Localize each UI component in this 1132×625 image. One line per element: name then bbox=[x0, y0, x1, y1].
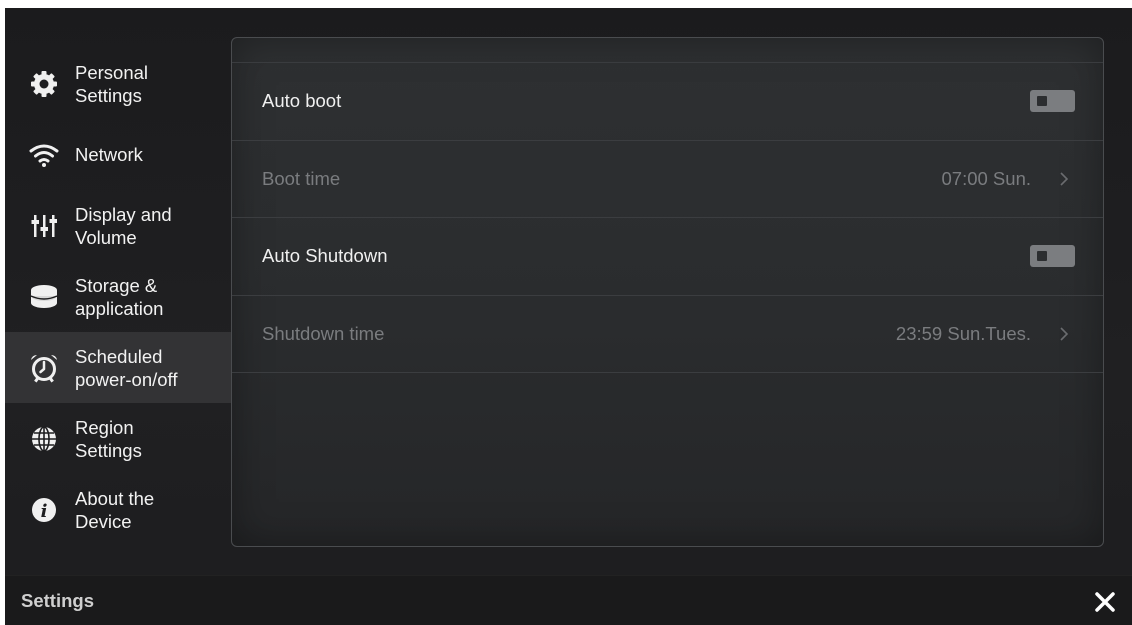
sidebar: Personal Settings Network Display and Vo… bbox=[5, 48, 231, 545]
settings-screen: Personal Settings Network Display and Vo… bbox=[5, 8, 1132, 625]
chevron-right-icon bbox=[1057, 170, 1071, 188]
boot-time-row[interactable]: Boot time 07:00 Sun. bbox=[232, 141, 1103, 218]
sliders-icon bbox=[27, 209, 61, 243]
wifi-icon bbox=[27, 138, 61, 172]
page-title: Settings bbox=[21, 589, 94, 611]
auto-boot-toggle[interactable] bbox=[1030, 90, 1075, 113]
close-icon[interactable] bbox=[1092, 589, 1118, 615]
auto-boot-row: Auto boot bbox=[232, 63, 1103, 141]
sidebar-item-label: About the Device bbox=[75, 487, 155, 532]
auto-shutdown-row: Auto Shutdown bbox=[232, 218, 1103, 296]
sidebar-item-label: Region Settings bbox=[75, 416, 142, 461]
panel-header bbox=[232, 38, 1103, 63]
alarm-clock-icon bbox=[27, 351, 61, 385]
sidebar-item-scheduled-power[interactable]: Scheduled power-on/off bbox=[5, 332, 231, 403]
info-icon: i bbox=[27, 493, 61, 527]
toggle-knob bbox=[1037, 251, 1047, 262]
sidebar-item-label: Network bbox=[75, 144, 143, 165]
chevron-right-icon bbox=[1057, 325, 1071, 343]
scheduled-power-panel: Auto boot Boot time 07:00 Sun. Auto Shut… bbox=[231, 37, 1104, 547]
sidebar-item-label: Display and Volume bbox=[75, 203, 172, 248]
auto-shutdown-toggle[interactable] bbox=[1030, 245, 1075, 268]
sidebar-item-personal-settings[interactable]: Personal Settings bbox=[5, 48, 231, 119]
sidebar-item-label: Scheduled power-on/off bbox=[75, 345, 178, 390]
toggle-knob bbox=[1037, 96, 1047, 107]
sidebar-item-label: Personal Settings bbox=[75, 61, 149, 106]
sidebar-item-network[interactable]: Network bbox=[5, 119, 231, 190]
sidebar-item-display-volume[interactable]: Display and Volume bbox=[5, 190, 231, 261]
boot-time-value: 07:00 Sun. bbox=[941, 167, 1032, 189]
boot-time-label: Boot time bbox=[262, 167, 341, 189]
sidebar-item-label: Storage & application bbox=[75, 274, 164, 319]
storage-icon bbox=[27, 280, 61, 314]
shutdown-time-row[interactable]: Shutdown time 23:59 Sun.Tues. bbox=[232, 296, 1103, 373]
sidebar-item-storage-application[interactable]: Storage & application bbox=[5, 261, 231, 332]
sidebar-item-about-device[interactable]: i About the Device bbox=[5, 474, 231, 545]
bottom-bar: Settings bbox=[5, 575, 1132, 625]
globe-icon bbox=[27, 422, 61, 456]
auto-boot-label: Auto boot bbox=[262, 90, 342, 112]
auto-shutdown-label: Auto Shutdown bbox=[262, 245, 388, 267]
svg-text:i: i bbox=[41, 501, 48, 522]
sidebar-item-region-settings[interactable]: Region Settings bbox=[5, 403, 231, 474]
shutdown-time-label: Shutdown time bbox=[262, 322, 385, 344]
shutdown-time-value: 23:59 Sun.Tues. bbox=[895, 322, 1031, 344]
gear-icon bbox=[27, 67, 61, 101]
